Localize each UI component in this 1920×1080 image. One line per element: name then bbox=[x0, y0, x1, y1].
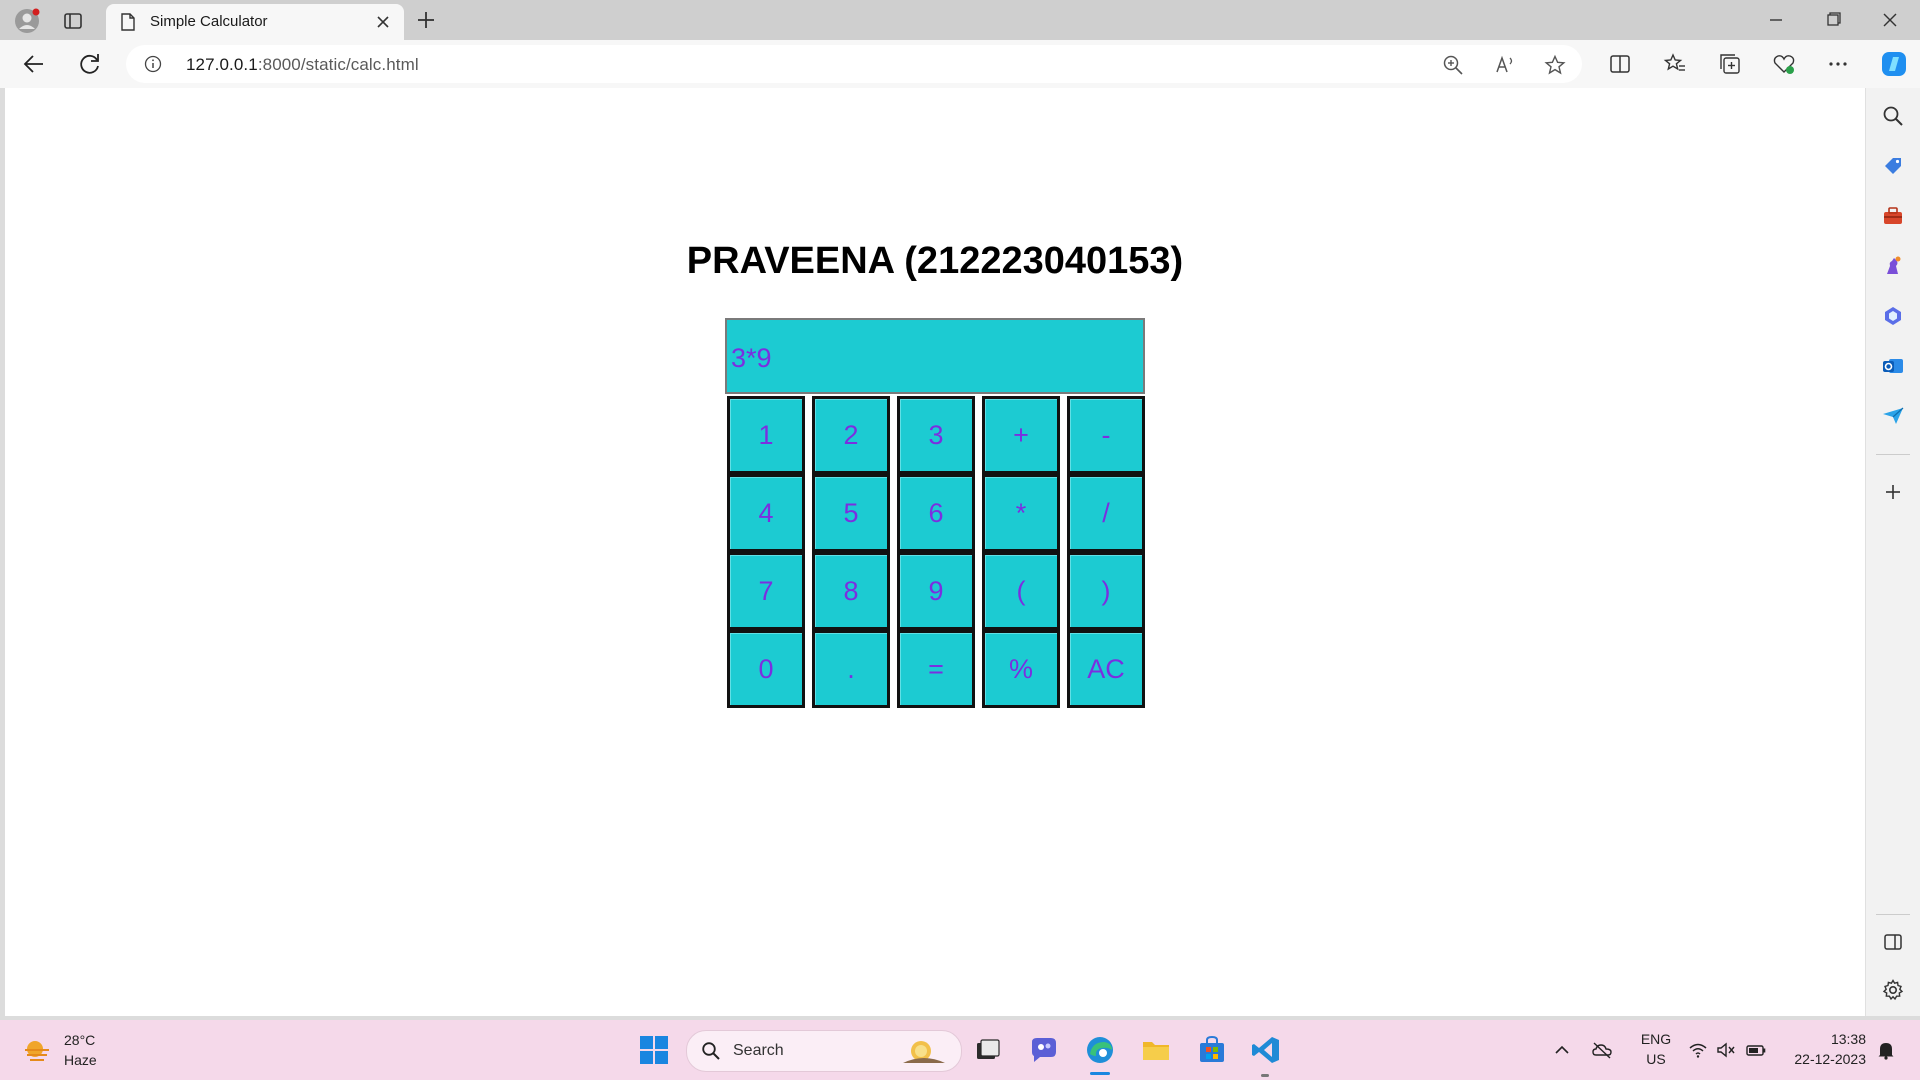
battery-icon[interactable] bbox=[1746, 1040, 1766, 1060]
read-aloud-icon[interactable] bbox=[1494, 54, 1516, 76]
refresh-icon[interactable] bbox=[76, 50, 104, 78]
notification-bell-icon[interactable] bbox=[1876, 1040, 1896, 1060]
games-icon[interactable] bbox=[1881, 254, 1905, 278]
microsoft-365-icon[interactable] bbox=[1881, 304, 1905, 328]
restore-icon[interactable] bbox=[1813, 6, 1853, 34]
onedrive-offline-icon[interactable] bbox=[1592, 1040, 1612, 1060]
weather-temperature[interactable]: 28°C bbox=[64, 1032, 95, 1048]
button-decimal[interactable]: . bbox=[812, 630, 890, 708]
button-minus[interactable]: - bbox=[1067, 396, 1145, 474]
outlook-icon[interactable] bbox=[1881, 354, 1905, 378]
tools-icon[interactable] bbox=[1881, 204, 1905, 228]
button-percent[interactable]: % bbox=[982, 630, 1060, 708]
add-icon[interactable] bbox=[1881, 480, 1905, 504]
button-open-paren[interactable]: ( bbox=[982, 552, 1060, 630]
button-1[interactable]: 1 bbox=[727, 396, 805, 474]
button-close-paren[interactable]: ) bbox=[1067, 552, 1145, 630]
browser-toolbar: 127.0.0.1:8000/static/calc.html bbox=[0, 40, 1920, 88]
button-7[interactable]: 7 bbox=[727, 552, 805, 630]
browser-essentials-icon[interactable] bbox=[1772, 52, 1796, 76]
clock-date[interactable]: 22-12-2023 bbox=[1774, 1051, 1866, 1067]
copilot-icon[interactable] bbox=[1880, 50, 1908, 78]
microsoft-store-icon[interactable] bbox=[1196, 1034, 1228, 1066]
split-screen-icon[interactable] bbox=[1608, 52, 1632, 76]
zoom-icon[interactable] bbox=[1442, 54, 1464, 76]
search-icon bbox=[702, 1042, 720, 1060]
tab-bar: Simple Calculator bbox=[0, 0, 1920, 40]
vscode-icon[interactable] bbox=[1250, 1034, 1282, 1066]
shopping-icon[interactable] bbox=[1881, 154, 1905, 178]
button-4[interactable]: 4 bbox=[727, 474, 805, 552]
button-equals[interactable]: = bbox=[897, 630, 975, 708]
sidebar-divider bbox=[1876, 454, 1910, 455]
weather-condition[interactable]: Haze bbox=[64, 1052, 97, 1068]
close-window-icon[interactable] bbox=[1870, 6, 1910, 34]
button-5[interactable]: 5 bbox=[812, 474, 890, 552]
task-view-icon[interactable] bbox=[972, 1034, 1004, 1066]
page-viewport: PRAVEENA (212223040153) 3*9 1 2 3 + - 4 … bbox=[5, 88, 1865, 1016]
edge-sidebar bbox=[1865, 88, 1920, 1016]
new-tab-icon[interactable] bbox=[414, 8, 438, 32]
button-plus[interactable]: + bbox=[982, 396, 1060, 474]
back-icon[interactable] bbox=[20, 50, 48, 78]
open-app-indicator bbox=[1261, 1074, 1269, 1077]
button-0[interactable]: 0 bbox=[727, 630, 805, 708]
volume-muted-icon[interactable] bbox=[1716, 1040, 1736, 1060]
hide-sidebar-icon[interactable] bbox=[1881, 930, 1905, 954]
search-highlight-icon bbox=[903, 1041, 945, 1063]
tab-actions-icon[interactable] bbox=[62, 10, 84, 32]
address-bar[interactable]: 127.0.0.1:8000/static/calc.html bbox=[126, 45, 1582, 83]
search-placeholder: Search bbox=[733, 1042, 784, 1059]
region-indicator[interactable]: US bbox=[1634, 1051, 1678, 1067]
button-9[interactable]: 9 bbox=[897, 552, 975, 630]
tab-active[interactable]: Simple Calculator bbox=[106, 4, 404, 40]
language-indicator[interactable]: ENG bbox=[1634, 1031, 1678, 1047]
sidebar-divider-bottom bbox=[1876, 914, 1910, 915]
button-multiply[interactable]: * bbox=[982, 474, 1060, 552]
tab-title: Simple Calculator bbox=[150, 13, 268, 30]
button-3[interactable]: 3 bbox=[897, 396, 975, 474]
active-app-indicator bbox=[1090, 1072, 1110, 1075]
profile-icon[interactable] bbox=[14, 8, 40, 34]
clock-time[interactable]: 13:38 bbox=[1774, 1031, 1866, 1047]
show-hidden-icons-icon[interactable] bbox=[1552, 1040, 1572, 1060]
file-explorer-icon[interactable] bbox=[1140, 1034, 1172, 1066]
more-options-icon[interactable] bbox=[1826, 52, 1850, 76]
page-title: PRAVEENA (212223040153) bbox=[686, 240, 1184, 282]
minimize-icon[interactable] bbox=[1756, 6, 1796, 34]
windows-taskbar: 28°C Haze Search ENG US 13:38 22-12-2023 bbox=[0, 1020, 1920, 1080]
button-6[interactable]: 6 bbox=[897, 474, 975, 552]
button-clear[interactable]: AC bbox=[1067, 630, 1145, 708]
button-2[interactable]: 2 bbox=[812, 396, 890, 474]
favorite-star-icon[interactable] bbox=[1544, 54, 1566, 76]
taskbar-search[interactable]: Search bbox=[686, 1030, 962, 1072]
button-8[interactable]: 8 bbox=[812, 552, 890, 630]
weather-haze-icon[interactable] bbox=[22, 1036, 52, 1066]
wifi-icon[interactable] bbox=[1688, 1040, 1708, 1060]
button-divide[interactable]: / bbox=[1067, 474, 1145, 552]
search-icon[interactable] bbox=[1881, 104, 1905, 128]
collections-icon[interactable] bbox=[1718, 52, 1742, 76]
site-info-icon[interactable] bbox=[144, 55, 162, 73]
close-tab-icon[interactable] bbox=[374, 13, 392, 31]
favorites-icon[interactable] bbox=[1663, 52, 1687, 76]
drop-icon[interactable] bbox=[1881, 404, 1905, 428]
page-icon bbox=[121, 13, 135, 31]
edge-browser-icon[interactable] bbox=[1084, 1034, 1116, 1066]
settings-gear-icon[interactable] bbox=[1881, 978, 1905, 1002]
windows-start-icon[interactable] bbox=[638, 1034, 670, 1066]
chat-icon[interactable] bbox=[1028, 1034, 1060, 1066]
calculator-display[interactable]: 3*9 bbox=[725, 318, 1145, 394]
url-text[interactable]: 127.0.0.1:8000/static/calc.html bbox=[186, 55, 419, 75]
